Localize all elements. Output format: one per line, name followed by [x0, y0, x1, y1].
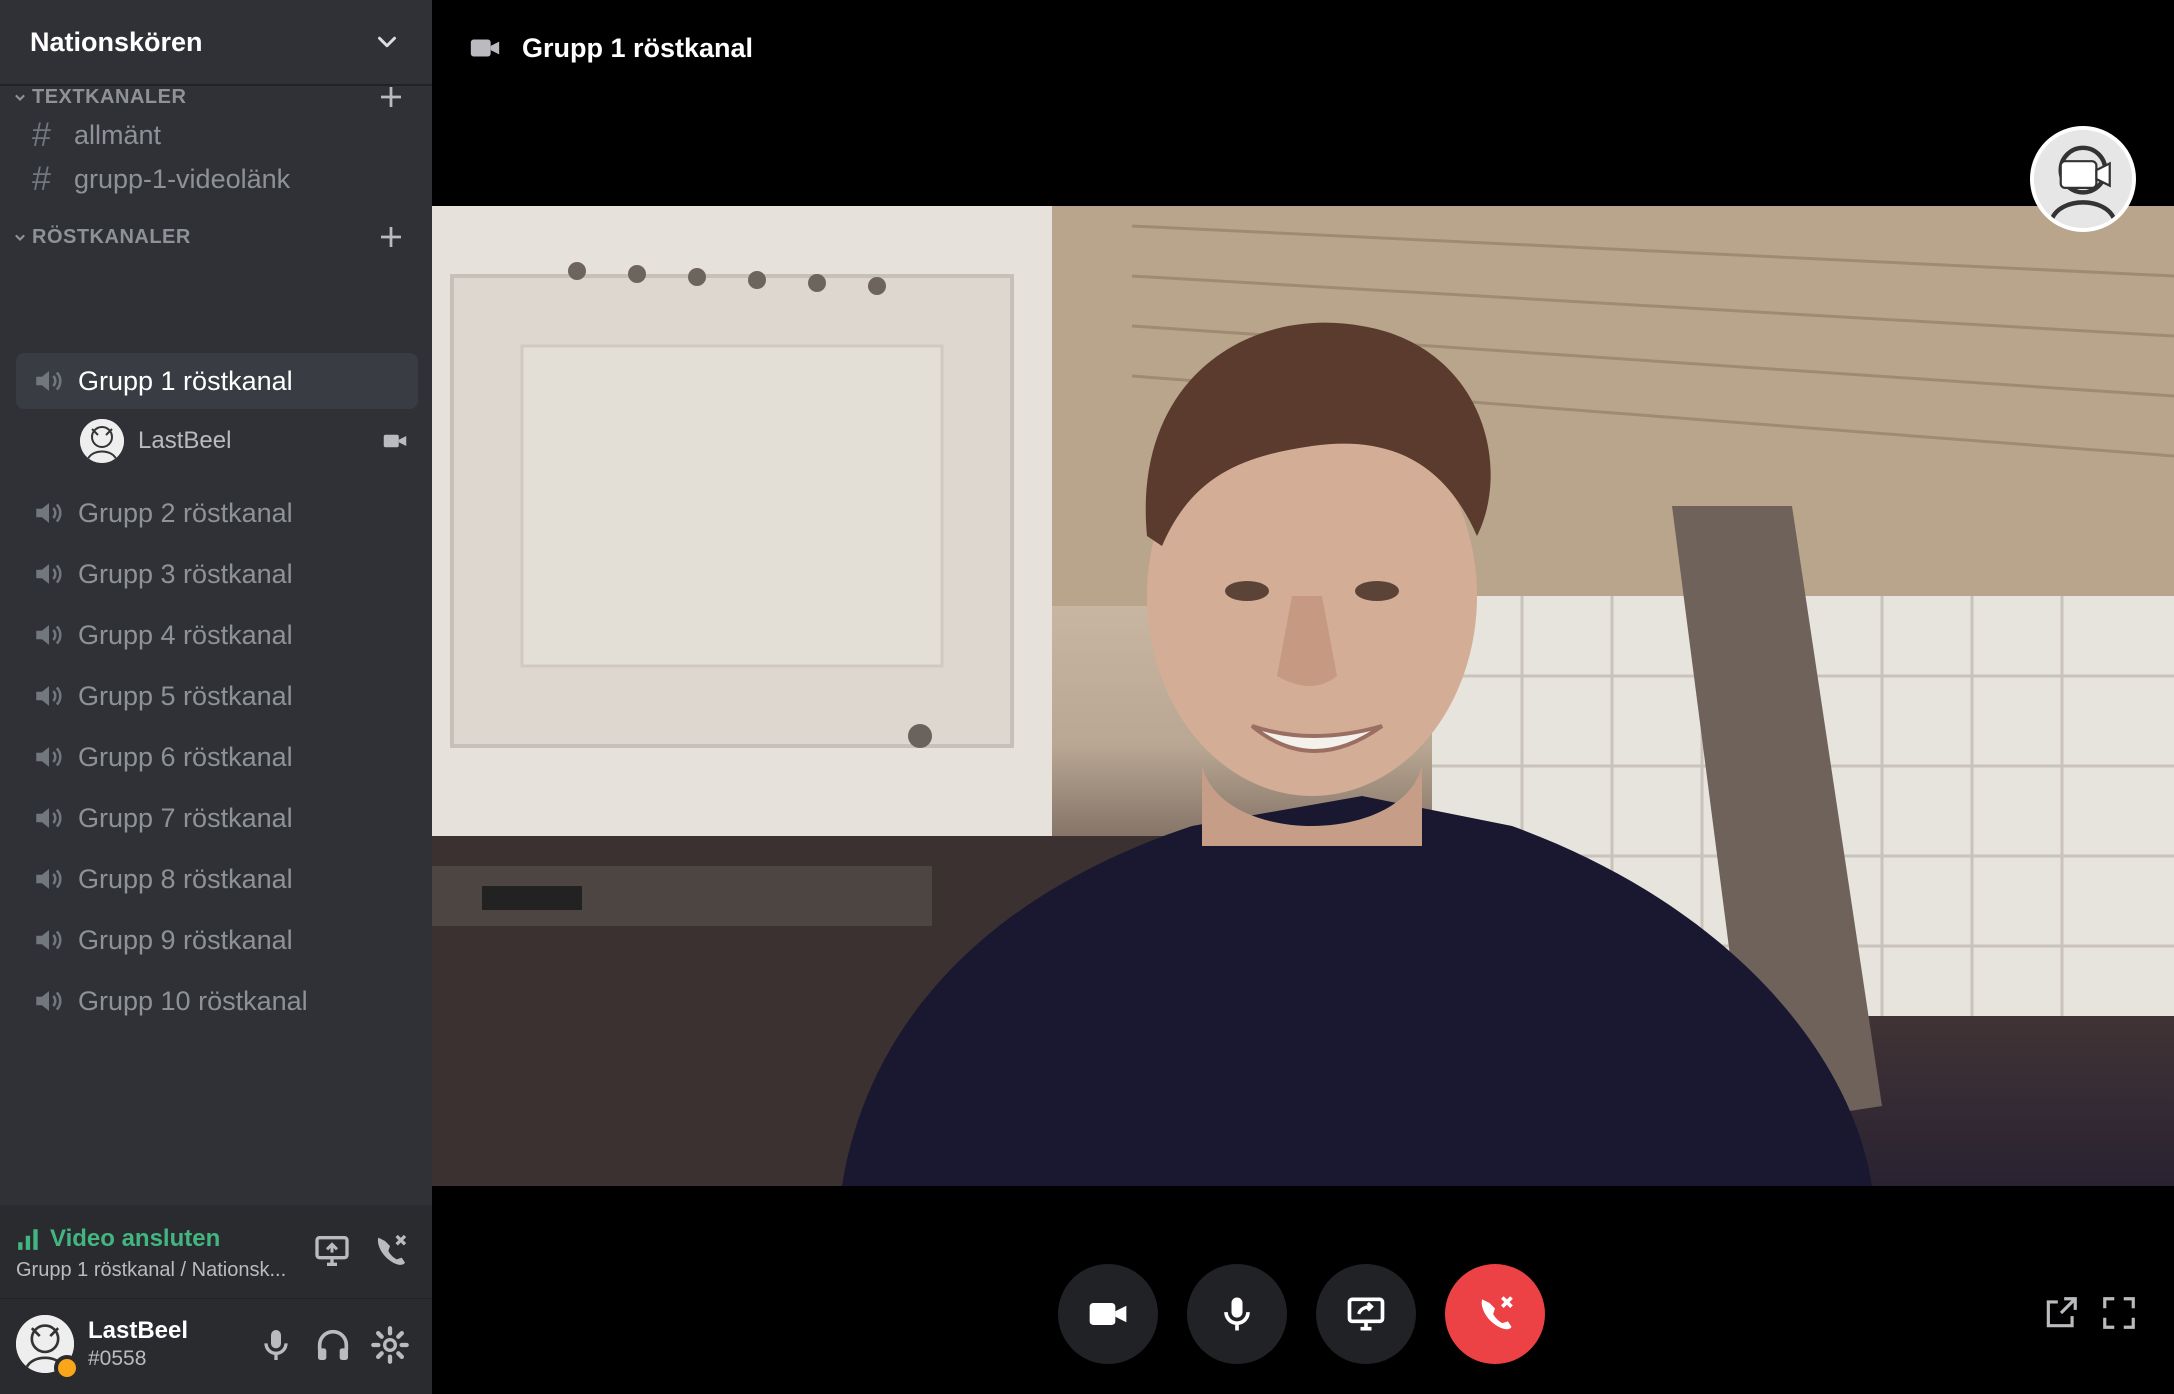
channel-grupp-1-videolank[interactable]: # grupp-1-videolänk: [16, 151, 418, 207]
voice-channel-grupp-3[interactable]: Grupp 3 röstkanal: [16, 546, 418, 602]
plus-icon[interactable]: [376, 222, 406, 252]
headphones-icon[interactable]: [313, 1325, 353, 1365]
category-voice-channels[interactable]: RÖSTKANALER: [10, 217, 422, 257]
hash-icon: #: [32, 115, 51, 154]
user-tag: #0558: [88, 1347, 147, 1370]
hash-icon: #: [32, 159, 51, 198]
camera-toggle-button[interactable]: [1058, 1264, 1158, 1364]
voice-channel-grupp-9[interactable]: Grupp 9 röstkanal: [16, 912, 418, 968]
chevron-down-icon[interactable]: [372, 27, 402, 57]
screen-share-icon[interactable]: [312, 1231, 352, 1271]
channel-label: Grupp 6 röstkanal: [78, 741, 293, 772]
channel-label: Grupp 3 röstkanal: [78, 558, 293, 589]
speaker-icon: [36, 869, 62, 889]
server-name: Nationskören: [30, 26, 203, 57]
signal-bars-icon: [18, 1229, 38, 1250]
voice-channel-grupp-5[interactable]: Grupp 5 röstkanal: [16, 668, 418, 724]
speaker-icon: [36, 991, 62, 1011]
avatar: [80, 419, 124, 463]
speaker-icon: [36, 808, 62, 828]
caret-down-icon: [15, 94, 25, 101]
speaker-icon: [36, 747, 62, 767]
call-title: Grupp 1 röstkanal: [522, 32, 754, 63]
caret-down-icon: [15, 234, 25, 241]
camera-icon: [1089, 1303, 1127, 1325]
channel-label: Grupp 9 röstkanal: [78, 924, 293, 955]
category-label: TEXTKANALER: [32, 85, 187, 108]
call-header: Grupp 1 röstkanal: [432, 0, 2174, 96]
voice-channel-grupp-8[interactable]: Grupp 8 röstkanal: [16, 851, 418, 907]
voice-channel-grupp-10[interactable]: Grupp 10 röstkanal: [16, 973, 418, 1029]
disconnect-icon[interactable]: [370, 1231, 410, 1271]
gear-icon[interactable]: [370, 1325, 410, 1365]
channel-sidebar: Nationskören TEXTKANALER # allmänt # gru…: [0, 0, 432, 1394]
voice-channel-grupp-6[interactable]: Grupp 6 röstkanal: [16, 729, 418, 785]
self-video-avatar[interactable]: [2030, 126, 2136, 232]
channel-label: grupp-1-videolänk: [74, 163, 291, 194]
server-header[interactable]: Nationskören: [0, 0, 432, 86]
screen-share-button[interactable]: [1316, 1264, 1416, 1364]
speaker-icon: [36, 930, 62, 950]
channel-label: Grupp 5 röstkanal: [78, 680, 293, 711]
video-camera-icon: [383, 434, 407, 448]
video-frame: [432, 206, 2174, 1186]
speaker-icon: [36, 564, 62, 584]
channel-label: Grupp 2 röstkanal: [78, 497, 293, 528]
speaker-icon: [36, 503, 62, 523]
status-indicator: [54, 1355, 80, 1381]
popout-icon[interactable]: [2042, 1294, 2080, 1332]
voice-channel-grupp-2[interactable]: Grupp 2 röstkanal: [16, 485, 418, 541]
video-call-area: Grupp 1 röstkanal: [432, 0, 2174, 1394]
speaker-icon: [36, 371, 62, 391]
speaker-icon: [36, 686, 62, 706]
mic-toggle-button[interactable]: [1187, 1264, 1287, 1364]
channel-label: Grupp 4 röstkanal: [78, 619, 293, 650]
microphone-icon[interactable]: [256, 1325, 296, 1365]
fullscreen-icon[interactable]: [2100, 1294, 2138, 1332]
username: LastBeel: [88, 1317, 189, 1344]
video-stream[interactable]: [432, 206, 2174, 1186]
voice-channel-grupp-4[interactable]: Grupp 4 röstkanal: [16, 607, 418, 663]
screen-share-icon: [1347, 1297, 1385, 1331]
channel-label: allmänt: [74, 119, 162, 150]
video-camera-icon: [470, 39, 500, 57]
connection-channel[interactable]: Grupp 1 röstkanal / Nationsk...: [16, 1259, 306, 1282]
microphone-icon: [1224, 1297, 1250, 1331]
voice-channel-grupp-1[interactable]: Grupp 1 röstkanal: [16, 353, 418, 409]
disconnect-button[interactable]: [1445, 1264, 1545, 1364]
channel-label: Grupp 7 röstkanal: [78, 802, 293, 833]
voice-member-lastbeel[interactable]: LastBeel: [80, 414, 410, 468]
disconnect-icon: [1481, 1296, 1513, 1330]
member-name: LastBeel: [138, 427, 232, 454]
voice-connection-panel: Video ansluten Grupp 1 röstkanal / Natio…: [0, 1205, 432, 1299]
speaker-icon: [36, 625, 62, 645]
connection-status-label: Video ansluten: [50, 1225, 221, 1252]
user-panel: LastBeel #0558: [0, 1299, 432, 1394]
channel-label: Grupp 8 röstkanal: [78, 863, 293, 894]
channel-label: Grupp 10 röstkanal: [78, 985, 308, 1016]
channel-label: Grupp 1 röstkanal: [78, 365, 293, 396]
connection-status[interactable]: Video ansluten: [16, 1225, 220, 1253]
category-label: RÖSTKANALER: [32, 225, 191, 248]
voice-channel-grupp-7[interactable]: Grupp 7 röstkanal: [16, 790, 418, 846]
